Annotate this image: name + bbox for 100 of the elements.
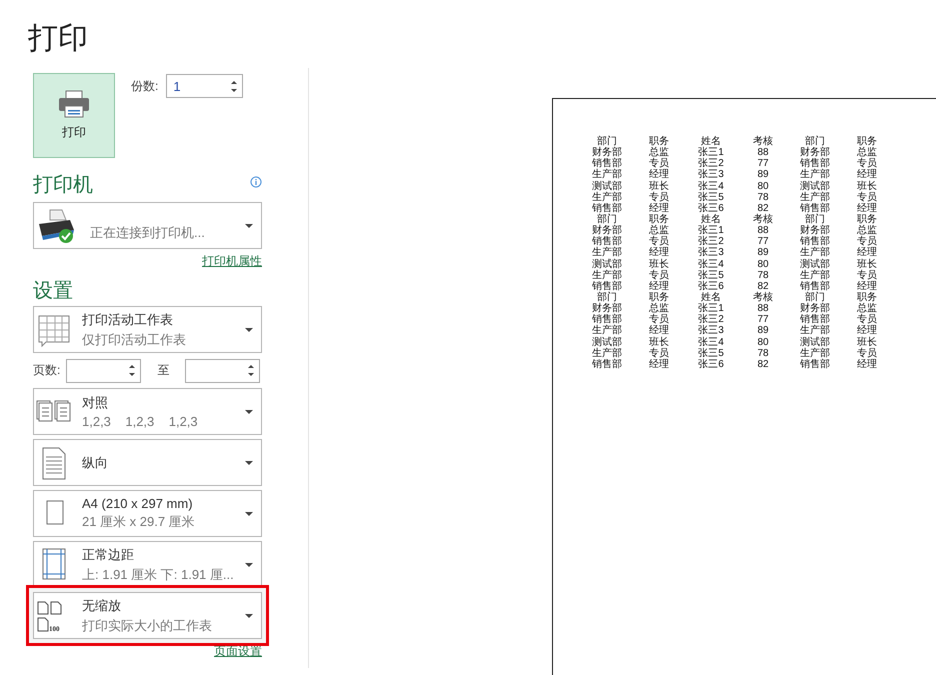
page-from-field[interactable] — [66, 358, 142, 382]
table-cell-text: 张三4 — [697, 336, 725, 348]
to-label: 至 — [157, 362, 170, 379]
table-cell-text: 专员 — [856, 158, 878, 170]
table-cell-text: 78 — [756, 348, 770, 359]
table-cell-text: 姓名 — [701, 214, 722, 225]
setting-dropdown[interactable]: A4 (210 x 297 mm) 21 厘米 x 29.7 厘米 — [33, 490, 262, 537]
table-cell-text: 姓名 — [701, 136, 722, 147]
table-cell-text: 专员 — [856, 348, 878, 359]
caret-icon — [245, 328, 253, 332]
table-cell-text: 职务 — [648, 214, 670, 225]
table-cell-text: 班长 — [856, 258, 878, 270]
table-cell-text: 部门 — [597, 214, 617, 225]
table-cell-text: 生产部 — [591, 169, 623, 180]
table-cell-text: 经理 — [856, 202, 878, 214]
table-cell-text: 生产部 — [799, 247, 831, 258]
setting-dropdown[interactable]: 打印活动工作表 仅打印活动工作表 — [33, 306, 262, 353]
table-cell-text: 部门 — [805, 292, 825, 303]
table-cell-text: 80 — [756, 258, 770, 270]
copies-label: 份数: — [131, 78, 158, 94]
table-cell-text: 77 — [756, 158, 770, 170]
table-cell-text: 专员 — [648, 192, 670, 203]
caret-icon — [245, 224, 253, 228]
table-cell-text: 77 — [756, 314, 770, 326]
setting-dropdown[interactable]: 对照 1,2,3 1,2,3 1,2,3 — [33, 388, 262, 435]
page-to-field[interactable] — [185, 358, 260, 382]
table-cell-text: 部门 — [805, 136, 825, 147]
table-cell-text: 生产部 — [799, 192, 831, 203]
table-cell-text: 生产部 — [591, 325, 623, 336]
caret-icon — [245, 614, 253, 618]
table-cell-text: 考核 — [752, 136, 774, 148]
table-cell-text: 生产部 — [591, 348, 623, 359]
caret-icon — [245, 410, 253, 414]
print-button[interactable]: 打印 — [33, 73, 115, 158]
setting-subtitle: 上: 1.91 厘米 下: 1.91 厘... — [82, 566, 235, 584]
table-cell-text: 82 — [757, 202, 769, 214]
table-cell-text: 总监 — [856, 225, 878, 236]
setting-dropdown[interactable]: 正常边距 上: 1.91 厘米 下: 1.91 厘... — [33, 541, 262, 588]
table-cell-text: 88 — [756, 225, 770, 236]
table-cell-text: 职务 — [648, 136, 670, 147]
spinner-icon — [129, 365, 136, 376]
copies-field[interactable]: 1 — [166, 74, 244, 98]
table-cell-text: 80 — [756, 180, 770, 192]
table-cell-text: 89 — [756, 247, 770, 259]
table-cell-text: 78 — [756, 270, 770, 281]
table-cell-text: 张三6 — [697, 358, 725, 370]
table-cell-text: 职务 — [856, 292, 878, 303]
table-cell-text: 89 — [756, 325, 770, 337]
table-cell-text: 总监 — [648, 225, 670, 236]
table-cell-text: 职务 — [648, 292, 670, 303]
table-cell-text: 专员 — [856, 236, 878, 248]
spinner-icon — [231, 80, 238, 92]
table-cell-text: 财务部 — [591, 303, 623, 314]
setting-title: 纵向 — [82, 454, 109, 472]
setting-title: 正常边距 — [82, 546, 135, 564]
caret-icon — [245, 460, 253, 464]
table-cell-text: 80 — [756, 336, 770, 348]
table-cell-text: 财务部 — [799, 147, 831, 158]
table-cell-text: 销售部 — [591, 280, 623, 292]
table-cell-text: 财务部 — [799, 303, 831, 314]
table-cell-text: 专员 — [856, 192, 878, 203]
table-cell-text: 班长 — [648, 258, 670, 270]
setting-dropdown[interactable]: 纵向 — [33, 439, 262, 486]
table-cell-text: 经理 — [856, 280, 878, 292]
table-cell-text: 部门 — [805, 214, 825, 225]
printer-properties-link[interactable]: 打印机属性 — [202, 253, 262, 270]
table-cell-text: 88 — [756, 303, 770, 314]
table-cell-text: 张三4 — [697, 180, 725, 192]
table-cell-text: 张三4 — [697, 258, 725, 270]
setting-title: 对照 — [82, 394, 109, 412]
table-cell-text: 测试部 — [591, 336, 623, 348]
table-cell-text: 销售部 — [799, 202, 831, 214]
table-cell-text: 张三3 — [697, 247, 725, 258]
table-cell-text: 张三1 — [697, 303, 725, 314]
table-cell-text: 生产部 — [799, 348, 831, 359]
table-cell-text: 78 — [756, 192, 770, 203]
info-icon[interactable] — [250, 176, 262, 188]
table-cell-text: 张三2 — [697, 236, 725, 248]
table-cell-text: 张三6 — [697, 280, 725, 292]
table-cell-text: 财务部 — [591, 225, 623, 236]
table-cell-text: 生产部 — [591, 270, 623, 281]
table-cell-text: 经理 — [648, 202, 670, 214]
setting-subtitle: 仅打印活动工作表 — [82, 330, 187, 348]
printer-dropdown[interactable]: 正在连接到打印机... — [33, 202, 262, 249]
table-cell-text: 经理 — [856, 169, 878, 180]
table-cell-text: 班长 — [648, 180, 670, 192]
table-cell-text: 经理 — [648, 280, 670, 292]
setting-title: A4 (210 x 297 mm) — [82, 496, 194, 511]
page-title: 打印 — [27, 21, 89, 57]
table-cell-text: 生产部 — [591, 247, 623, 258]
table-cell-text: 班长 — [856, 336, 878, 348]
table-cell-text: 82 — [756, 358, 770, 370]
table-cell-text: 销售部 — [799, 314, 831, 326]
table-cell-text: 测试部 — [591, 180, 623, 192]
setting-title: 无缩放 — [82, 596, 122, 614]
table-cell-text: 部门 — [597, 136, 617, 147]
table-cell-text: 销售部 — [799, 236, 831, 248]
table-cell-text: 经理 — [856, 358, 878, 370]
table-cell-text: 测试部 — [799, 180, 831, 192]
table-cell-text: 89 — [756, 169, 770, 181]
